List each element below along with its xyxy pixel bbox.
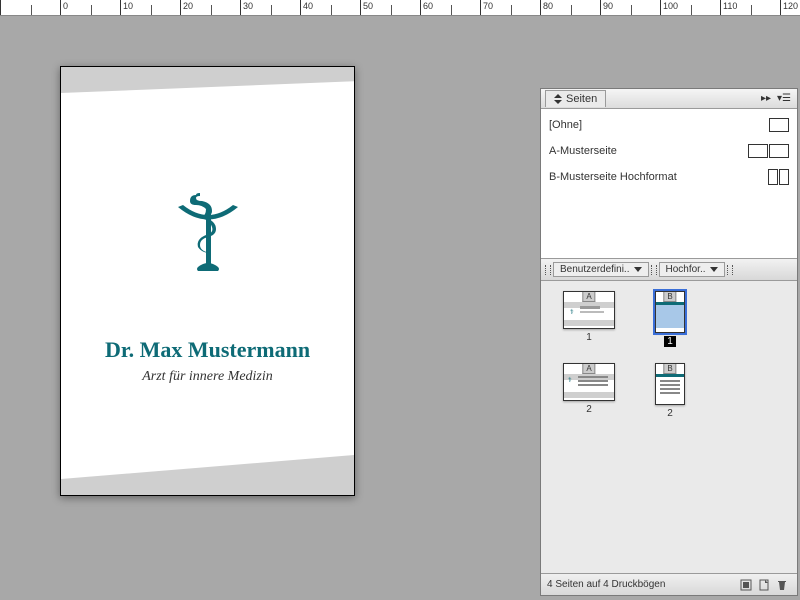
master-tag: B: [663, 364, 676, 374]
master-page-label: A-Musterseite: [549, 145, 617, 157]
section-dropdown[interactable]: Hochfor..: [659, 262, 725, 277]
delete-page-button[interactable]: [773, 577, 791, 593]
page-number-label: 1: [583, 332, 595, 343]
section-dropdown-label: Hochfor..: [666, 264, 706, 275]
page-thumbnails-area: A⚕1B1A⚕2B2: [541, 281, 797, 573]
updown-icon: [554, 94, 562, 104]
grip-icon: [545, 265, 551, 275]
grip-icon: [727, 265, 733, 275]
page-count-status: 4 Seiten auf 4 Druckbögen: [547, 579, 665, 590]
new-page-button[interactable]: [755, 577, 773, 593]
chevron-down-icon: [710, 267, 718, 272]
master-page-item[interactable]: [Ohne]: [541, 112, 797, 138]
page-number-label: 2: [664, 408, 676, 419]
section-dropdown[interactable]: Benutzerdefini..: [553, 262, 649, 277]
master-page-item[interactable]: B-Musterseite Hochformat: [541, 164, 797, 190]
sections-bar: Benutzerdefini.. Hochfor..: [541, 259, 797, 281]
master-thumb-icon: [769, 118, 789, 132]
page-thumbnail[interactable]: B1: [655, 291, 685, 347]
master-tag: A: [582, 292, 595, 302]
grip-icon: [651, 265, 657, 275]
medical-bowl-snake-icon: [168, 187, 248, 285]
master-page-item[interactable]: A-Musterseite: [541, 138, 797, 164]
horizontal-ruler: 0102030405060708090100110120: [0, 0, 800, 16]
panel-footer: 4 Seiten auf 4 Druckbögen: [541, 573, 797, 595]
page-thumbnail[interactable]: A⚕1: [563, 291, 615, 343]
doc-subtitle: Arzt für innere Medizin: [61, 369, 354, 385]
canvas-area[interactable]: Dr. Max Mustermann Arzt für innere Mediz…: [0, 16, 540, 600]
master-tag: B: [663, 292, 676, 302]
master-page-label: B-Musterseite Hochformat: [549, 171, 677, 183]
edit-page-button[interactable]: [737, 577, 755, 593]
page-thumbnail[interactable]: A⚕2: [563, 363, 615, 415]
pages-panel: Seiten ▸▸ ▾☰ [Ohne] A-Musterseite B-Muster…: [540, 88, 798, 596]
page-thumbnail[interactable]: B2: [655, 363, 685, 419]
master-tag: A: [582, 364, 595, 374]
panel-menu-button[interactable]: ▾☰: [775, 91, 793, 107]
collapse-button[interactable]: ▸▸: [757, 91, 775, 107]
doc-title: Dr. Max Mustermann: [61, 337, 354, 363]
document-page[interactable]: Dr. Max Mustermann Arzt für innere Mediz…: [60, 66, 355, 496]
page-number-label: 1: [664, 336, 676, 347]
pages-tab[interactable]: Seiten: [545, 90, 606, 107]
doc-top-stripe: [61, 67, 354, 93]
chevron-down-icon: [634, 267, 642, 272]
doc-bottom-stripe: [61, 455, 354, 495]
page-number-label: 2: [583, 404, 595, 415]
section-dropdown-label: Benutzerdefini..: [560, 264, 630, 275]
master-thumb-icon: [748, 144, 789, 158]
pages-tab-label: Seiten: [566, 93, 597, 105]
master-pages-list: [Ohne] A-Musterseite B-Musterseite Hochfor…: [541, 109, 797, 259]
master-thumb-icon: [768, 169, 789, 185]
panel-header: Seiten ▸▸ ▾☰: [541, 89, 797, 109]
master-page-label: [Ohne]: [549, 119, 582, 131]
